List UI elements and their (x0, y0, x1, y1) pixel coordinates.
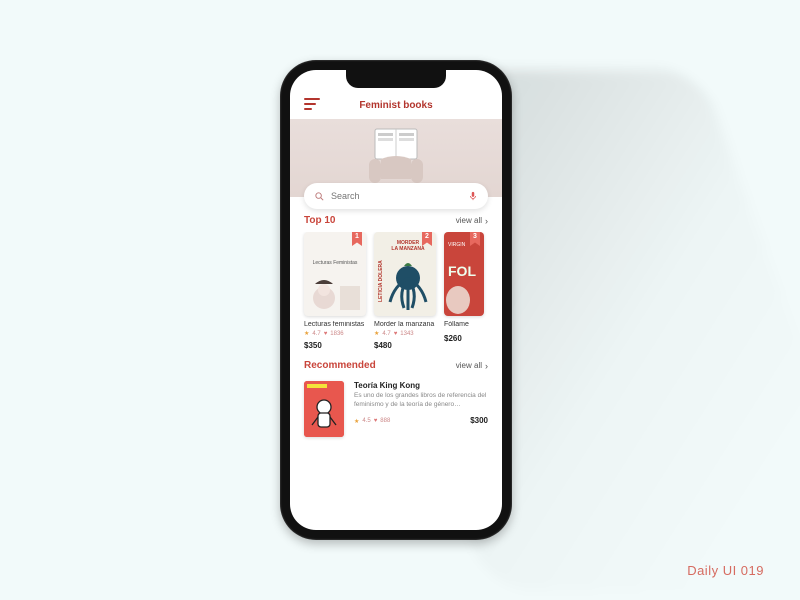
svg-text:VIRGIN: VIRGIN (448, 242, 466, 248)
top10-row[interactable]: 1 Lecturas Feministas Lecturas feminista… (290, 232, 502, 350)
search-icon (314, 191, 325, 202)
book-title: Fóllame (444, 321, 484, 328)
book-meta: ★4.7 ♥1836 (304, 330, 366, 337)
book-title: Teoría King Kong (354, 381, 488, 390)
book-card[interactable]: 2 MORDER LA MANZANA LETICIA DOLERA (374, 232, 436, 350)
menu-icon[interactable] (304, 98, 320, 113)
book-price: $260 (444, 334, 484, 343)
mic-icon[interactable] (468, 190, 478, 202)
book-price: $480 (374, 341, 436, 350)
svg-text:LETICIA DOLERA: LETICIA DOLERA (378, 260, 384, 302)
book-title: Lecturas feministas (304, 321, 366, 328)
section-header-recommended: Recommended view all › (290, 350, 502, 377)
page-title: Feminist books (320, 100, 472, 111)
book-price: $350 (304, 341, 366, 350)
chevron-right-icon: › (485, 361, 488, 371)
search-input[interactable] (331, 191, 462, 201)
book-cover (304, 381, 344, 437)
book-meta: ★4.7 ♥1343 (374, 330, 436, 337)
book-card[interactable]: 1 Lecturas Feministas Lecturas feminista… (304, 232, 366, 350)
book-price: $300 (470, 416, 488, 425)
chevron-right-icon: › (485, 216, 488, 226)
book-meta: ★4.5 ♥888 (354, 418, 390, 425)
book-title: Morder la manzana (374, 321, 436, 328)
section-title: Recommended (304, 360, 376, 371)
view-all-top10[interactable]: view all › (456, 216, 488, 226)
section-title: Top 10 (304, 215, 335, 226)
screen: Feminist books (290, 70, 502, 530)
book-card[interactable]: 3 VIRGIN FOL Fóllame $260 (444, 232, 484, 350)
book-description: Es uno de los grandes libros de referenc… (354, 392, 488, 410)
view-all-recommended[interactable]: view all › (456, 361, 488, 371)
footer-label: Daily UI 019 (687, 563, 764, 578)
search-bar[interactable] (304, 183, 488, 209)
svg-text:LA MANZANA: LA MANZANA (391, 246, 425, 252)
recommended-item[interactable]: Teoría King Kong Es uno de los grandes l… (290, 377, 502, 447)
phone-frame: Feminist books (280, 60, 512, 540)
svg-text:FOL: FOL (448, 263, 476, 279)
notch (346, 70, 446, 88)
top-bar: Feminist books (290, 94, 502, 119)
svg-text:Lecturas Feministas: Lecturas Feministas (313, 260, 358, 266)
